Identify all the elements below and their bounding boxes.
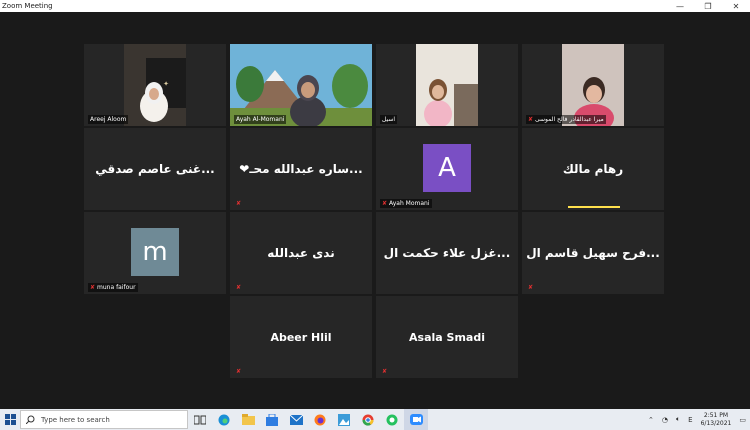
participant-display-name: ❤ساره عبدالله محـ... [239, 162, 363, 176]
participant-name: اسيل [380, 115, 398, 124]
participant-avatar: m [131, 228, 179, 276]
windows-taskbar: Type here to search ⌃ ◔ 🔈︎ E 2:51 PM 6/1… [0, 409, 750, 430]
taskbar-search-box[interactable]: Type here to search [20, 410, 188, 429]
mic-muted-icon: ✘ [236, 284, 242, 291]
participant-display-name: رهام مالك [562, 162, 624, 176]
participant-tile[interactable]: رهام مالك [522, 128, 664, 210]
mic-muted-icon: ✘ [382, 200, 388, 207]
participant-video [522, 44, 664, 126]
input-language[interactable]: E [688, 416, 692, 424]
participant-name: ✘ muna faifour [88, 283, 138, 292]
participant-display-name: Asala Smadi [409, 330, 485, 344]
participant-status: ✘ [234, 199, 243, 208]
participant-tile[interactable]: ✘ ميرا عبدالقادر فالح الموسى [522, 44, 664, 126]
photos-icon[interactable] [332, 409, 356, 430]
mic-muted-icon: ✘ [236, 368, 242, 375]
edge-icon[interactable] [212, 409, 236, 430]
participant-status: ✘ [380, 367, 389, 376]
firefox-icon[interactable] [308, 409, 332, 430]
chrome-icon[interactable] [356, 409, 380, 430]
speaking-indicator [568, 206, 620, 208]
mic-muted-icon: ✘ [90, 284, 96, 291]
participant-tile[interactable]: A ✘ Ayah Momani [376, 128, 518, 210]
minimize-button[interactable]: — [666, 0, 694, 12]
notification-icon[interactable]: ▭ [739, 416, 746, 424]
participant-tile[interactable]: Abeer Hlil ✘ [230, 296, 372, 378]
windows-logo-icon [4, 414, 16, 425]
close-button[interactable]: ✕ [722, 0, 750, 12]
taskbar-clock[interactable]: 2:51 PM 6/13/2021 [701, 412, 732, 428]
participant-status: ✘ [234, 283, 243, 292]
participant-tile[interactable]: ❤ساره عبدالله محـ... ✘ [230, 128, 372, 210]
participant-avatar: A [423, 144, 471, 192]
participant-tile-active-speaker[interactable]: Ayah Al-Momani [230, 44, 372, 126]
search-placeholder: Type here to search [41, 415, 110, 424]
chevron-up-icon[interactable]: ⌃ [648, 416, 654, 424]
participant-video: ✦ [84, 44, 226, 126]
store-icon[interactable] [260, 409, 284, 430]
participant-display-name: غزل علاء حكمت ال... [383, 246, 511, 260]
participant-display-name: ندى عبدالله [267, 246, 335, 260]
task-view-icon[interactable] [188, 409, 212, 430]
participant-video [230, 44, 372, 126]
participant-name: ✘ ميرا عبدالقادر فالح الموسى [526, 115, 606, 124]
participant-tile[interactable]: Asala Smadi ✘ [376, 296, 518, 378]
zoom-icon[interactable] [404, 409, 428, 430]
gallery-view: ✦ Areej Aloom Ayah Al-Momani اسيل ✘ ميرا… [0, 12, 750, 409]
maximize-button[interactable]: ❐ [694, 0, 722, 12]
mic-muted-icon: ✘ [382, 368, 388, 375]
window-title: Zoom Meeting [2, 2, 53, 10]
participant-tile[interactable]: ✦ Areej Aloom [84, 44, 226, 126]
svg-text:✦: ✦ [163, 80, 169, 88]
participant-name: ✘ Ayah Momani [380, 199, 432, 208]
participant-tile[interactable]: فرح سهيل قاسم ال... ✘ [522, 212, 664, 294]
clock-date: 6/13/2021 [700, 419, 732, 427]
participant-tile[interactable]: غنى عاصم صدقي... [84, 128, 226, 210]
participant-status: ✘ [526, 283, 535, 292]
network-icon[interactable]: ◔ [662, 416, 668, 424]
participant-tile[interactable]: اسيل [376, 44, 518, 126]
mic-muted-icon: ✘ [528, 116, 534, 123]
participant-tile[interactable]: غزل علاء حكمت ال... [376, 212, 518, 294]
participant-video [376, 44, 518, 126]
system-tray: ⌃ ◔ 🔈︎ E 2:51 PM 6/13/2021 ▭ [644, 409, 750, 430]
participant-display-name: فرح سهيل قاسم ال... [526, 246, 660, 260]
participant-tile[interactable]: m ✘ muna faifour [84, 212, 226, 294]
participant-name: Areej Aloom [88, 115, 129, 124]
start-button[interactable] [0, 409, 20, 430]
search-icon [26, 415, 35, 424]
participant-tile[interactable]: ندى عبدالله ✘ [230, 212, 372, 294]
mic-muted-icon: ✘ [528, 284, 534, 291]
speaker-icon[interactable]: 🔈︎ [676, 415, 680, 424]
participant-display-name: Abeer Hlil [270, 330, 332, 344]
mic-muted-icon: ✘ [236, 200, 242, 207]
participant-name: Ayah Al-Momani [234, 115, 287, 124]
participant-display-name: غنى عاصم صدقي... [95, 162, 215, 176]
file-explorer-icon[interactable] [236, 409, 260, 430]
whatsapp-icon[interactable] [380, 409, 404, 430]
mail-icon[interactable] [284, 409, 308, 430]
participant-status: ✘ [234, 367, 243, 376]
window-titlebar: Zoom Meeting — ❐ ✕ [0, 0, 750, 12]
clock-time: 2:51 PM [703, 411, 729, 419]
